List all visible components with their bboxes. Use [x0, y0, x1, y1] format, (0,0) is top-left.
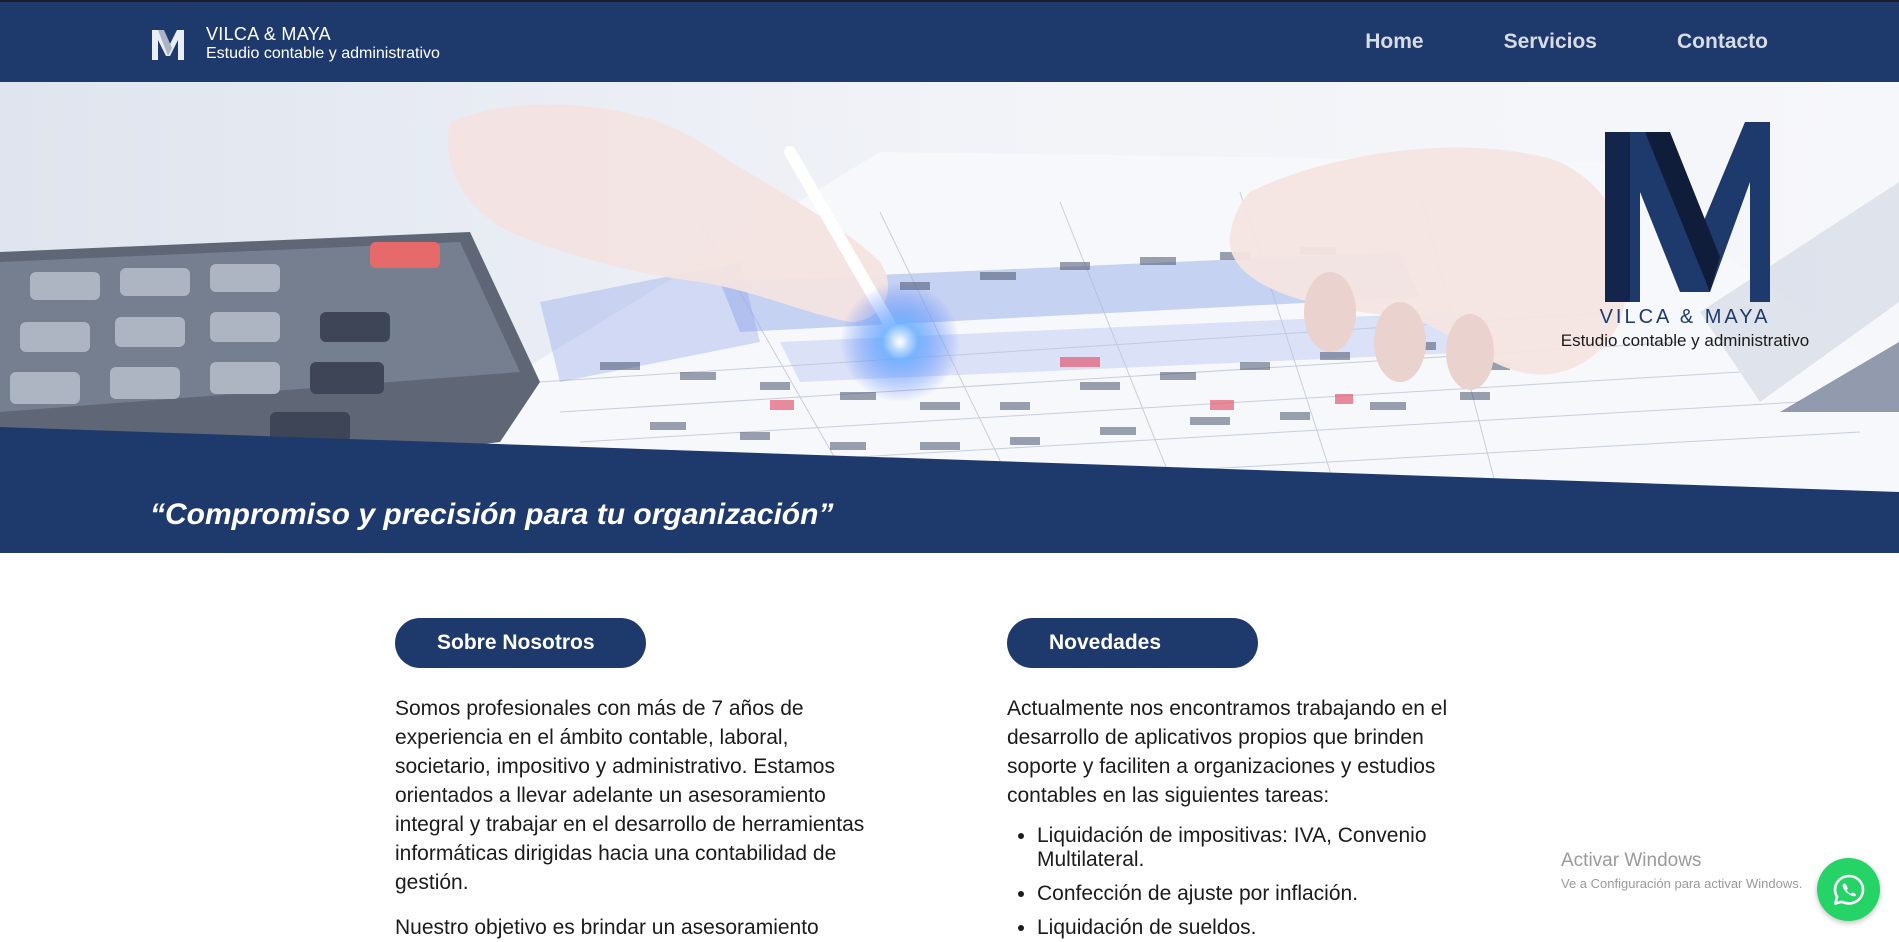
list-item: Liquidación de impositivas: IVA, Conveni… — [1037, 824, 1497, 872]
vm-logo-icon — [152, 30, 184, 60]
whatsapp-icon — [1833, 874, 1864, 905]
main-nav: Home Servicios Contacto — [1365, 30, 1768, 54]
top-navbar: VILCA & MAYA Estudio contable y administ… — [0, 0, 1899, 82]
nav-home-link[interactable]: Home — [1365, 30, 1423, 54]
news-intro: Actualmente nos encontramos trabajando e… — [1007, 697, 1448, 807]
whatsapp-button[interactable] — [1817, 858, 1880, 921]
brand-text: VILCA & MAYA Estudio contable y administ… — [206, 24, 440, 64]
brand-subtitle: Estudio contable y administrativo — [206, 45, 440, 62]
news-list: Liquidación de impositivas: IVA, Conveni… — [1007, 824, 1497, 940]
list-item: Liquidación de sueldos. — [1037, 916, 1497, 940]
hero-logo-name: VILCA & MAYA — [1599, 306, 1771, 328]
list-item: Confección de ajuste por inflación. — [1037, 882, 1497, 906]
about-paragraph-2: Nuestro objetivo es brindar un asesorami… — [395, 916, 819, 939]
watermark-subtitle: Ve a Configuración para activar Windows. — [1561, 876, 1803, 891]
about-heading: Sobre Nosotros — [395, 618, 646, 668]
vm-logo-large-icon — [1605, 122, 1770, 302]
hero-banner: VILCA & MAYA Estudio contable y administ… — [0, 82, 1899, 553]
brand-name: VILCA & MAYA — [206, 24, 331, 44]
news-heading: Novedades — [1007, 618, 1258, 668]
hero-logo: VILCA & MAYA Estudio contable y administ… — [1545, 122, 1825, 351]
hero-logo-subtitle: Estudio contable y administrativo — [1560, 331, 1810, 350]
nav-contacto-link[interactable]: Contacto — [1677, 30, 1768, 54]
hero-slogan: “Compromiso y precisión para tu organiza… — [150, 498, 834, 531]
brand-logo-link[interactable]: VILCA & MAYA Estudio contable y administ… — [150, 24, 440, 64]
about-section: Sobre Nosotros Somos profesionales con m… — [395, 618, 885, 942]
nav-servicios-link[interactable]: Servicios — [1504, 30, 1597, 54]
watermark-title: Activar Windows — [1561, 850, 1702, 871]
windows-activation-watermark: Activar Windows Ve a Configuración para … — [1561, 850, 1802, 891]
about-paragraph-1: Somos profesionales con más de 7 años de… — [395, 697, 865, 894]
news-section: Novedades Actualmente nos encontramos tr… — [1007, 618, 1497, 942]
